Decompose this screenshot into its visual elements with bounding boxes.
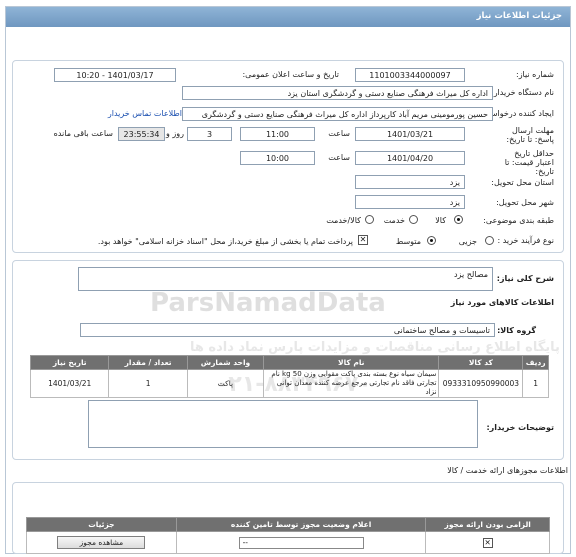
- buyer-notes-value: [88, 400, 478, 448]
- category-radio-both[interactable]: [365, 215, 374, 224]
- price-validity-date: 1401/04/20: [355, 151, 465, 165]
- reply-deadline-time-label: ساعت: [328, 129, 350, 138]
- price-validity-time-label: ساعت: [328, 153, 350, 162]
- category-option-goods: کالا: [435, 216, 446, 225]
- cell-unit: پاکت: [186, 369, 265, 398]
- cell-code: 0933310950990003: [438, 369, 524, 398]
- category-option-service: خدمت: [383, 216, 405, 225]
- permits-status-cell: --: [175, 531, 427, 554]
- treasury-checkbox[interactable]: ✕: [358, 235, 368, 245]
- category-option-both: کالا/خدمت: [326, 216, 361, 225]
- category-radio-goods[interactable]: [454, 215, 463, 224]
- buyer-contact-link[interactable]: اطلاعات تماس خریدار: [108, 109, 182, 118]
- goods-group-value: تاسیسات و مصالح ساختمانی: [80, 323, 495, 337]
- process-label: نوع فرآیند خرید :: [497, 236, 554, 245]
- permits-title: اطلاعات مجوزهای ارائه خدمت / کالا: [447, 466, 568, 475]
- need-number-value: 1101003344000097: [355, 68, 465, 82]
- permit-required-checkbox[interactable]: ✕: [482, 537, 493, 548]
- treasury-note: پرداخت تمام یا بخشی از مبلغ خرید،از محل …: [97, 237, 353, 246]
- summary-value: مصالح یزد: [78, 267, 493, 291]
- process-radio-medium[interactable]: [427, 236, 436, 245]
- reply-deadline-date: 1401/03/21: [355, 127, 465, 141]
- permits-table: الزامی بودن ارائه مجوز اعلام وضعیت مجوز …: [26, 517, 550, 554]
- cell-date: 1401/03/21: [29, 369, 110, 398]
- requester-value: حسین پورمومینی مریم آباد کارپرداز اداره …: [182, 107, 493, 121]
- buyer-notes-label: توضیحات خریدار:: [486, 423, 554, 432]
- announce-date-value: 1401/03/17 - 10:20: [54, 68, 176, 82]
- city-label: شهر محل تحویل:: [496, 198, 554, 207]
- goods-group-label: گروه کالا:: [497, 326, 536, 335]
- permits-col-status: اعلام وضعیت مجوز توسط تامین کننده: [175, 517, 427, 532]
- col-name: نام کالا: [263, 355, 440, 370]
- permits-required-cell: ✕: [425, 531, 550, 554]
- process-option-minor: جزیی: [458, 237, 477, 246]
- col-unit: واحد شمارش: [186, 355, 265, 370]
- buyer-org-value: اداره کل میراث فرهنگی صنایع دستی و گردشگ…: [182, 86, 493, 100]
- view-permit-button[interactable]: مشاهده مجوز: [57, 536, 146, 549]
- buyer-org-label: نام دستگاه خریدار:: [491, 88, 554, 97]
- permits-col-details: جزئیات: [26, 517, 177, 532]
- reply-deadline-time: 11:00: [240, 127, 315, 141]
- remaining-time: 23:55:34: [118, 127, 165, 141]
- cell-name: سیمان سیاه نوع بسته بندی پاکت مقوایی وزن…: [263, 369, 440, 398]
- province-value: یزد: [355, 175, 465, 189]
- category-radio-service[interactable]: [409, 215, 418, 224]
- page-header: جزئیات اطلاعات نیاز: [6, 7, 570, 27]
- col-date: تاریخ نیاز: [29, 355, 110, 370]
- table-row: 1 0933310950990003 سیمان سیاه نوع بسته ب…: [29, 369, 549, 398]
- goods-info-title: اطلاعات کالاهای مورد نیاز: [450, 298, 554, 307]
- goods-table: ردیف کد کالا نام کالا واحد شمارش تعداد /…: [29, 355, 549, 398]
- announce-date-label: تاریخ و ساعت اعلان عمومی:: [242, 70, 339, 79]
- permit-status-select[interactable]: --: [238, 536, 364, 549]
- cell-qty: 1: [108, 369, 188, 398]
- province-label: استان محل تحویل:: [491, 178, 554, 187]
- process-option-medium: متوسط: [395, 237, 421, 246]
- col-qty: تعداد / مقدار: [108, 355, 188, 370]
- need-number-label: شماره نیاز:: [516, 70, 554, 79]
- reply-days: 3: [187, 127, 232, 141]
- process-radio-minor[interactable]: [485, 236, 494, 245]
- col-code: کد کالا: [438, 355, 524, 370]
- price-validity-time: 10:00: [240, 151, 315, 165]
- summary-label: شرح کلی نیاز:: [496, 274, 554, 283]
- category-label: طبقه بندی موضوعی:: [483, 216, 554, 225]
- permits-col-required: الزامی بودن ارائه مجوز: [425, 517, 550, 532]
- price-validity-label: حداقل تاریخ اعتبار قیمت: تا تاریخ:: [504, 149, 554, 176]
- permits-details-cell: مشاهده مجوز: [26, 531, 177, 554]
- reply-deadline-label: مهلت ارسال پاسخ: تا تاریخ:: [506, 126, 554, 144]
- remaining-time-label: ساعت باقی مانده: [53, 129, 113, 138]
- reply-days-label: روز و: [166, 129, 184, 138]
- permits-row: ✕ -- مشاهده مجوز: [26, 531, 550, 554]
- col-row: ردیف: [522, 355, 549, 370]
- cell-row: 1: [522, 369, 549, 398]
- city-value: یزد: [355, 195, 465, 209]
